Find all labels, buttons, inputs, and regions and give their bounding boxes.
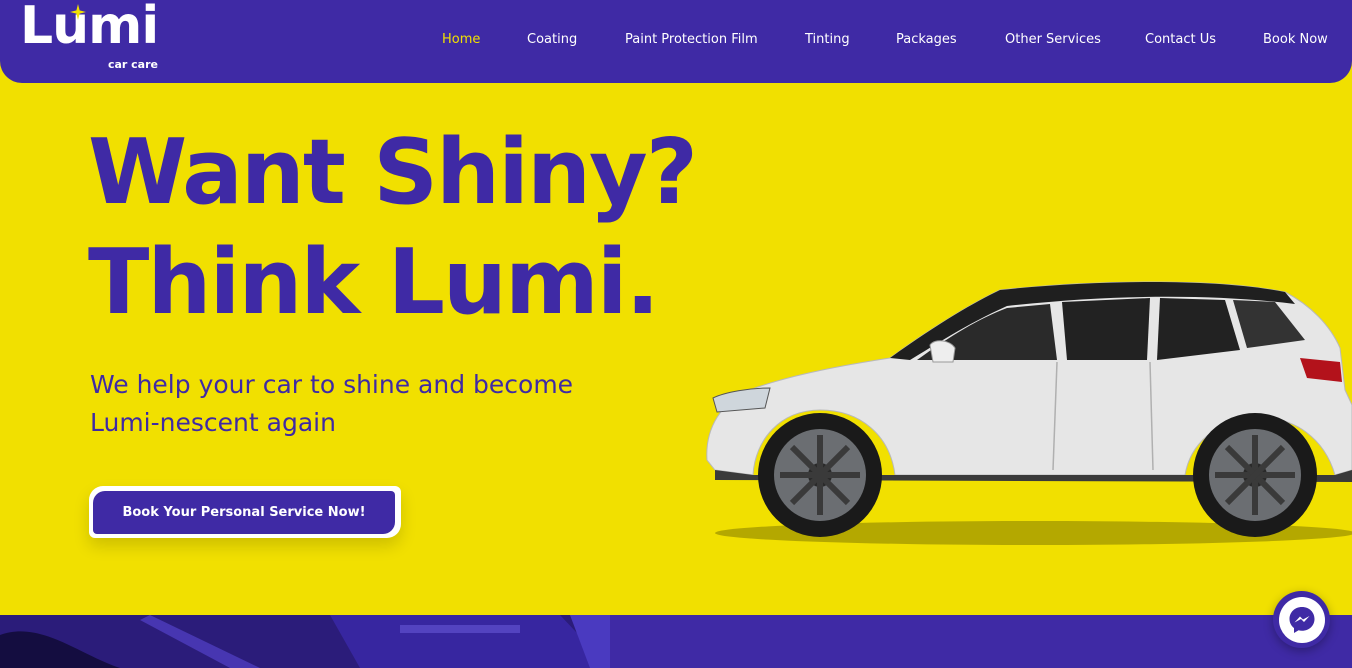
section-photo: [0, 615, 610, 668]
nav-item-tinting[interactable]: Tinting: [805, 32, 850, 47]
nav-item-coating[interactable]: Coating: [527, 32, 577, 47]
messenger-chat-button[interactable]: [1273, 591, 1330, 648]
nav-item-paint-protection-film[interactable]: Paint Protection Film: [625, 32, 758, 47]
book-service-button[interactable]: Book Your Personal Service Now!: [93, 491, 395, 534]
nav-item-home[interactable]: Home: [442, 32, 480, 47]
nav-item-book-now[interactable]: Book Now: [1263, 32, 1328, 47]
hero-car-image: [706, 281, 1352, 545]
hero-subtitle: We help your car to shine and become Lum…: [90, 370, 574, 437]
logo-wordmark: Lumi: [20, 0, 159, 56]
nav-item-contact-us[interactable]: Contact Us: [1145, 32, 1216, 47]
next-section-band: [0, 615, 1352, 668]
hero-title-line2: Think Lumi.: [88, 230, 660, 335]
nav-item-packages[interactable]: Packages: [896, 32, 957, 47]
logo-tagline: car care: [107, 58, 158, 71]
header-navbar: Lumi car care Home Coating Paint Protect…: [0, 0, 1352, 83]
brand-logo[interactable]: Lumi car care: [20, 0, 160, 74]
nav-item-other-services[interactable]: Other Services: [1005, 32, 1101, 47]
messenger-badge: [1278, 596, 1325, 643]
cta-frame: Book Your Personal Service Now!: [89, 486, 401, 538]
sparkle-icon: [70, 4, 86, 20]
messenger-icon: [1289, 606, 1314, 633]
hero-title-line1: Want Shiny?: [88, 120, 698, 225]
